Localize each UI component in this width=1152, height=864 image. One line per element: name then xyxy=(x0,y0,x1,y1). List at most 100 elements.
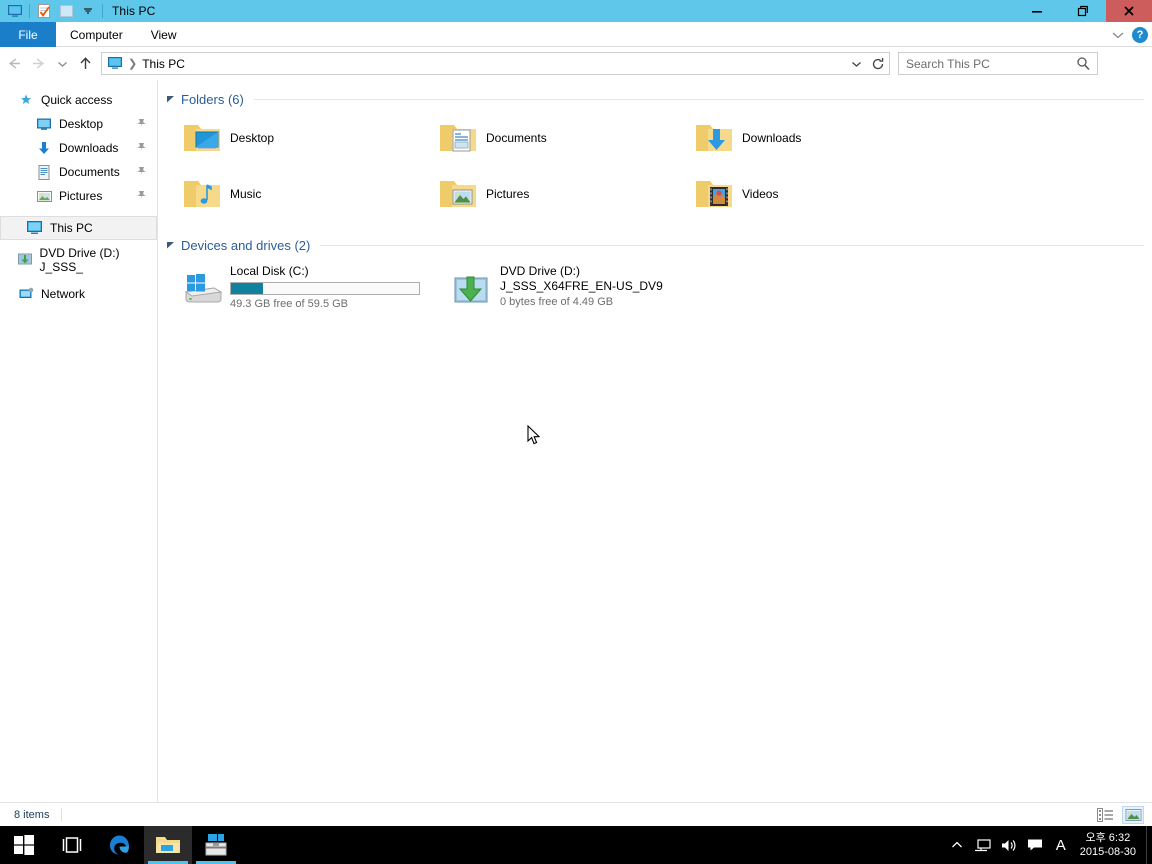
documents-icon xyxy=(34,164,54,180)
folder-item-pictures[interactable]: Pictures xyxy=(430,166,686,222)
refresh-icon[interactable] xyxy=(867,53,889,74)
desktop-icon xyxy=(34,118,54,131)
group-divider xyxy=(320,244,1144,246)
breadcrumb-separator: ❯ xyxy=(128,58,138,70)
item-count-label: 8 items xyxy=(14,808,50,821)
pin-icon[interactable] xyxy=(136,118,147,132)
drive-info: Local Disk (C:) 49.3 GB free of 59.5 GB xyxy=(230,262,420,310)
group-header-devices[interactable]: Devices and drives (2) xyxy=(158,236,1152,254)
folder-item-videos[interactable]: Videos xyxy=(686,166,942,222)
search-input[interactable]: Search This PC xyxy=(898,52,1098,75)
drive-volume-label: J_SSS_X64FRE_EN-US_DV9 xyxy=(500,279,663,293)
sidebar-item-network[interactable]: Network xyxy=(0,282,157,306)
file-explorer-button[interactable] xyxy=(144,826,192,864)
breadcrumb-path[interactable]: This PC xyxy=(142,57,185,71)
sidebar-item-label: Documents xyxy=(59,165,120,179)
sidebar-item-documents[interactable]: Documents xyxy=(0,160,157,184)
drive-item-dvd-drive[interactable]: DVD Drive (D:) J_SSS_X64FRE_EN-US_DV9 0 … xyxy=(444,258,714,314)
folder-item-downloads[interactable]: Downloads xyxy=(686,110,942,166)
breadcrumb-this-pc-icon xyxy=(108,57,123,70)
folder-item-label: Videos xyxy=(742,187,779,201)
explorer-body: Quick access Desktop Downloads Documents… xyxy=(0,80,1152,802)
properties-icon[interactable] xyxy=(33,1,55,21)
pictures-icon xyxy=(34,190,54,203)
this-pc-icon[interactable] xyxy=(4,1,26,21)
search-placeholder: Search This PC xyxy=(906,56,990,71)
sidebar-item-this-pc[interactable]: This PC xyxy=(0,216,157,240)
group-header-folders[interactable]: Folders (6) xyxy=(158,90,1152,108)
action-center-icon[interactable] xyxy=(1022,826,1048,864)
search-icon[interactable] xyxy=(1076,56,1091,76)
address-dropdown-icon[interactable] xyxy=(845,53,867,74)
clock-time: 오후 6:32 xyxy=(1085,832,1131,844)
sidebar-item-quick-access[interactable]: Quick access xyxy=(0,88,157,112)
pin-icon[interactable] xyxy=(136,142,147,156)
chevron-down-icon[interactable] xyxy=(1106,22,1130,47)
folder-item-music[interactable]: Music xyxy=(174,166,430,222)
edge-button[interactable] xyxy=(96,826,144,864)
folder-videos-icon xyxy=(686,176,742,212)
sidebar-item-label: This PC xyxy=(50,221,93,235)
up-button[interactable] xyxy=(72,51,98,77)
drive-free-space: 49.3 GB free of 59.5 GB xyxy=(230,298,349,310)
recent-locations-button[interactable] xyxy=(52,51,72,77)
title-bar: This PC xyxy=(0,0,1152,22)
restore-button[interactable] xyxy=(1060,0,1106,22)
large-icons-view-button[interactable] xyxy=(1122,806,1144,824)
forward-button[interactable] xyxy=(26,51,52,77)
show-desktop-button[interactable] xyxy=(1146,826,1152,864)
task-view-button[interactable] xyxy=(48,826,96,864)
folder-item-desktop[interactable]: Desktop xyxy=(174,110,430,166)
pin-icon[interactable] xyxy=(136,166,147,180)
file-explorer-window: This PC File Computer View ? ❯ This PC S… xyxy=(0,0,1152,864)
collapse-chevron-icon[interactable] xyxy=(166,94,175,105)
sidebar-item-pictures[interactable]: Pictures xyxy=(0,184,157,208)
drive-item-local-disk[interactable]: Local Disk (C:) 49.3 GB free of 59.5 GB xyxy=(174,258,444,314)
quick-access-toolbar xyxy=(0,0,106,22)
this-pc-icon xyxy=(25,221,45,235)
group-title: Devices and drives (2) xyxy=(181,237,311,253)
sidebar-item-dvd-drive[interactable]: DVD Drive (D:) J_SSS_ xyxy=(0,246,157,274)
tab-view[interactable]: View xyxy=(137,22,191,47)
ime-indicator[interactable]: A xyxy=(1048,826,1074,864)
network-tray-icon[interactable] xyxy=(970,826,996,864)
sidebar-item-desktop[interactable]: Desktop xyxy=(0,112,157,136)
group-divider xyxy=(253,98,1144,100)
drives-grid: Local Disk (C:) 49.3 GB free of 59.5 GB xyxy=(158,258,1152,314)
content-pane: Folders (6) Desktop Documents Downloads … xyxy=(158,80,1152,802)
details-view-button[interactable] xyxy=(1094,806,1116,824)
network-icon xyxy=(16,287,36,301)
back-button[interactable] xyxy=(0,51,26,77)
qat-separator-2 xyxy=(102,4,103,18)
clock[interactable]: 오후 6:32 2015-08-30 xyxy=(1074,831,1146,859)
address-input[interactable]: ❯ This PC xyxy=(101,52,890,75)
help-icon[interactable]: ? xyxy=(1132,26,1148,43)
downloads-icon xyxy=(34,141,54,156)
drive-usage-bar xyxy=(230,282,420,295)
folder-music-icon xyxy=(174,176,230,212)
sidebar-item-label: Network xyxy=(41,287,86,301)
sidebar-item-label: Pictures xyxy=(59,189,103,203)
store-button[interactable] xyxy=(192,826,240,864)
close-button[interactable] xyxy=(1106,0,1152,22)
sidebar-item-label: Downloads xyxy=(59,141,119,155)
pin-icon[interactable] xyxy=(136,190,147,204)
customize-chevron-icon[interactable] xyxy=(77,1,99,21)
folder-item-documents[interactable]: Documents xyxy=(430,110,686,166)
tab-computer[interactable]: Computer xyxy=(56,22,137,47)
collapse-chevron-icon[interactable] xyxy=(166,240,175,251)
folder-item-label: Downloads xyxy=(742,131,802,145)
volume-tray-icon[interactable] xyxy=(996,826,1022,864)
dvd-drive-icon xyxy=(16,253,35,267)
breadcrumb[interactable]: ❯ This PC xyxy=(102,57,185,71)
ribbon-tab-bar: File Computer View ? xyxy=(0,22,1152,47)
minimize-button[interactable] xyxy=(1014,0,1060,22)
taskbar: A 오후 6:32 2015-08-30 xyxy=(0,826,1152,864)
tab-file[interactable]: File xyxy=(0,22,56,47)
folder-documents-icon xyxy=(430,120,486,156)
new-folder-icon[interactable] xyxy=(55,1,77,21)
start-button[interactable] xyxy=(0,826,48,864)
show-hidden-icons-button[interactable] xyxy=(944,826,970,864)
windows-hdd-icon xyxy=(174,262,230,306)
sidebar-item-downloads[interactable]: Downloads xyxy=(0,136,157,160)
